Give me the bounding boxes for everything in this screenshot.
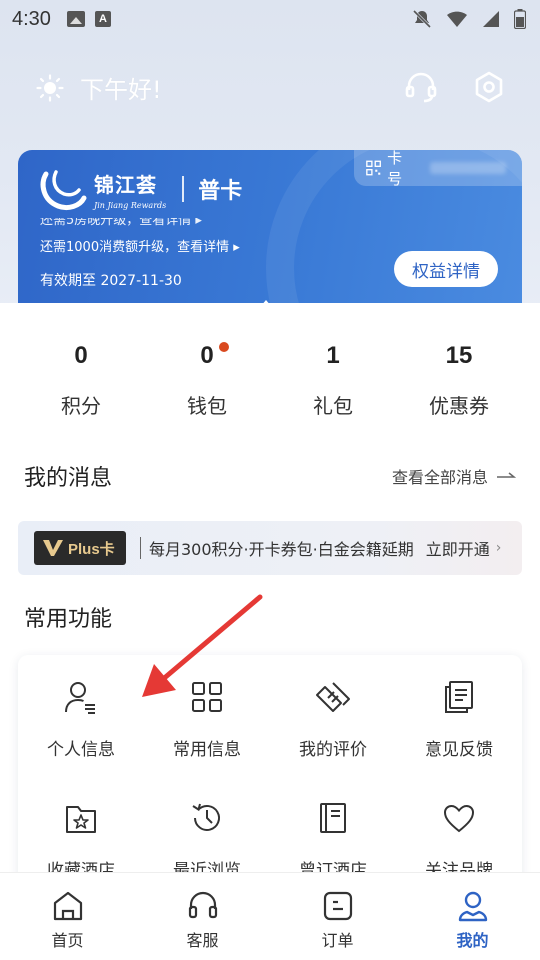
- handshake-icon: [316, 682, 350, 712]
- function-booked-hotels[interactable]: 曾订酒店: [270, 776, 396, 885]
- brand-logo: 锦江荟 Jin Jiang Rewards 普卡: [38, 166, 242, 212]
- customer-service-icon: [188, 891, 217, 919]
- function-label: 我的评价: [299, 740, 367, 760]
- nav-label: 订单: [321, 931, 354, 950]
- settings-icon[interactable]: [472, 70, 506, 104]
- stat-label: 积分: [61, 394, 101, 418]
- stat-label: 钱包: [187, 394, 227, 418]
- plus-badge-text: Plus卡: [68, 540, 115, 558]
- function-followed-brands[interactable]: 关注品牌: [396, 776, 522, 885]
- nav-orders[interactable]: 订单: [270, 873, 405, 960]
- stat-value: 15: [445, 342, 473, 369]
- function-label: 个人信息: [47, 740, 115, 760]
- status-time: 4:30: [12, 7, 51, 30]
- functions-title: 常用功能: [24, 607, 113, 632]
- headset-icon[interactable]: [404, 70, 438, 104]
- nav-label: 首页: [51, 931, 84, 950]
- greeting-row: 下午好!: [36, 70, 162, 105]
- profile-icon: [458, 891, 487, 922]
- plus-description: 每月300积分·开卡券包·白金会籍延期: [149, 540, 414, 559]
- card-level: 普卡: [198, 179, 243, 204]
- status-bar: 4:30 A: [0, 0, 540, 38]
- battery-icon: [514, 9, 526, 29]
- card-number-label: 卡号: [387, 150, 403, 188]
- function-label: 意见反馈: [425, 740, 493, 760]
- stat-points[interactable]: 0 积分: [18, 342, 144, 419]
- plus-card-banner[interactable]: Plus卡 每月300积分·开卡券包·白金会籍延期 立即开通 ›: [18, 521, 522, 575]
- card-number-masked: [430, 162, 506, 174]
- function-personal-info[interactable]: 个人信息: [18, 655, 144, 776]
- wifi-icon: [447, 11, 467, 27]
- grid-icon: [192, 682, 222, 712]
- view-all-messages-link[interactable]: 查看全部消息: [392, 464, 516, 488]
- nav-home[interactable]: 首页: [0, 873, 135, 960]
- booked-hotel-icon: [320, 803, 346, 833]
- function-common-info[interactable]: 常用信息: [144, 655, 270, 776]
- brand-name-cn: 锦江荟: [94, 172, 157, 197]
- plus-open-now[interactable]: 立即开通: [426, 536, 490, 560]
- bottom-navigation: 首页 客服 订单 我的: [0, 872, 540, 960]
- a-badge-icon: A: [94, 11, 111, 27]
- card-valid-until: 有效期至 2027-11-30: [40, 273, 182, 289]
- function-favorite-hotels[interactable]: 收藏酒店: [18, 776, 144, 885]
- feedback-icon: [445, 681, 473, 713]
- card-number-button[interactable]: 卡号: [354, 150, 522, 188]
- favorite-folder-icon: [66, 806, 96, 833]
- sun-icon: [36, 73, 64, 102]
- function-my-reviews[interactable]: 我的评价: [270, 655, 396, 776]
- upgrade-hint-1[interactable]: 还需5房晚升级，查看详情 ▸: [40, 218, 202, 228]
- function-label: 常用信息: [173, 740, 241, 760]
- person-info-icon: [65, 682, 95, 714]
- member-card[interactable]: 锦江荟 Jin Jiang Rewards 普卡 卡号 还需5房晚升级，查看详情…: [18, 150, 522, 308]
- history-icon: [192, 803, 220, 831]
- upgrade-hint-2[interactable]: 还需1000消费额升级，查看详情 ▸: [40, 236, 240, 255]
- nav-label: 我的: [456, 931, 489, 950]
- function-recent-views[interactable]: 最近浏览: [144, 776, 270, 885]
- stat-label: 礼包: [313, 394, 353, 418]
- nav-profile[interactable]: 我的: [405, 873, 540, 960]
- chevron-right-icon: ›: [495, 540, 502, 556]
- notification-dot: [219, 342, 229, 352]
- stat-label: 优惠券: [429, 394, 489, 418]
- brand-name-en: Jin Jiang Rewards: [94, 200, 167, 210]
- plus-card-badge: Plus卡: [34, 531, 126, 565]
- plus-separator: [140, 537, 141, 559]
- functions-panel: 个人信息 常用信息 我的评价 意见反馈 收藏酒店 最近浏览 曾订酒店 关注品牌: [18, 655, 522, 885]
- stat-gift-pack[interactable]: 1 礼包: [270, 342, 396, 419]
- signal-icon: [483, 11, 499, 27]
- nav-label: 客服: [186, 931, 219, 950]
- stat-coupons[interactable]: 15 优惠券: [396, 342, 522, 419]
- messages-title: 我的消息: [24, 466, 113, 491]
- home-icon: [53, 891, 82, 921]
- qr-code-icon: [366, 160, 381, 176]
- benefits-detail-button[interactable]: 权益详情: [394, 251, 498, 287]
- view-all-label: 查看全部消息: [391, 468, 488, 487]
- greeting-text: 下午好!: [80, 76, 162, 104]
- stat-wallet[interactable]: 0 钱包: [144, 342, 270, 419]
- jinjiang-logo-icon: [40, 170, 87, 211]
- image-icon: [66, 11, 85, 27]
- card-divider: [182, 176, 185, 202]
- stat-value: 0: [74, 342, 88, 369]
- nav-customer-service[interactable]: 客服: [135, 873, 270, 960]
- plus-v-icon: [43, 540, 63, 556]
- orders-icon: [323, 891, 352, 921]
- heart-icon: [443, 804, 475, 833]
- stat-value: 0: [200, 342, 214, 369]
- stat-value: 1: [326, 342, 340, 369]
- arrow-right-icon: [497, 472, 516, 478]
- stats-row: 0 积分 0 钱包 1 礼包 15 优惠券: [18, 342, 522, 419]
- bell-off-icon: [412, 9, 432, 29]
- function-feedback[interactable]: 意见反馈: [396, 655, 522, 776]
